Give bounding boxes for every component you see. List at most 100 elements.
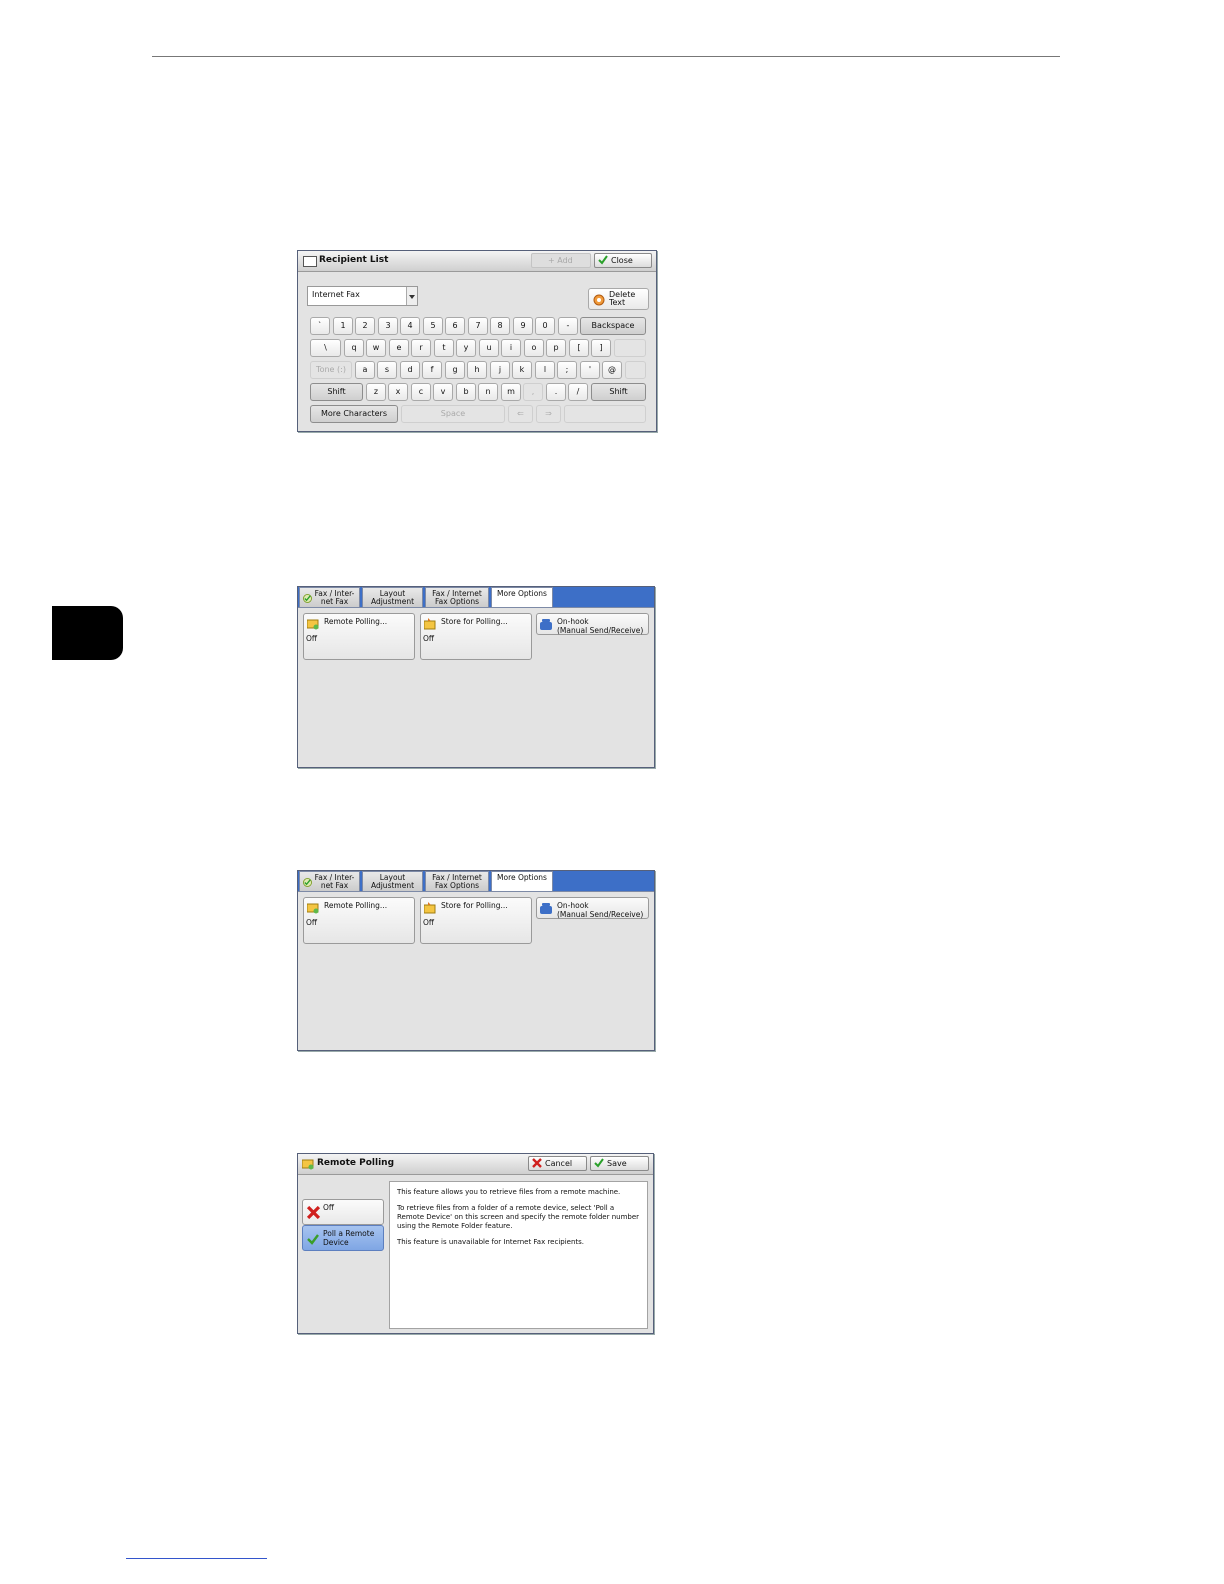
key[interactable]: 6 — [445, 317, 465, 335]
on-hook-button[interactable]: On-hook (Manual Send/Receive) — [536, 897, 649, 919]
add-button[interactable]: + Add — [531, 253, 591, 268]
backspace-key[interactable]: Backspace — [580, 317, 646, 335]
save-button[interactable]: Save — [590, 1156, 649, 1171]
key[interactable]: x — [388, 383, 408, 401]
key[interactable]: u — [479, 339, 499, 357]
tab-layout-adjustment[interactable]: Layout Adjustment — [362, 871, 423, 892]
key[interactable]: 1 — [333, 317, 353, 335]
shift-key-left[interactable]: Shift — [310, 383, 363, 401]
key[interactable]: g — [445, 361, 465, 379]
cancel-button[interactable]: Cancel — [528, 1156, 587, 1171]
key[interactable]: . — [546, 383, 566, 401]
shift-key-right[interactable]: Shift — [591, 383, 646, 401]
key[interactable]: h — [467, 361, 487, 379]
key[interactable]: ] — [591, 339, 611, 357]
close-icon — [307, 1206, 320, 1219]
key[interactable]: k — [512, 361, 532, 379]
remote-polling-button[interactable]: Remote Polling... Off — [303, 613, 415, 660]
key[interactable]: i — [501, 339, 521, 357]
description-text: To retrieve files from a folder of a rem… — [397, 1204, 640, 1230]
key[interactable]: \ — [310, 339, 341, 357]
on-hook-label: On-hook (Manual Send/Receive) — [557, 617, 644, 635]
key[interactable]: t — [434, 339, 454, 357]
tone-key[interactable]: Tone (:) — [310, 361, 352, 379]
tab-fax-internet-fax[interactable]: Fax / Inter- net Fax — [299, 871, 360, 892]
key[interactable]: 5 — [423, 317, 443, 335]
key[interactable]: 3 — [378, 317, 398, 335]
key[interactable]: / — [568, 383, 588, 401]
checkmark-icon — [303, 594, 312, 603]
more-characters-button[interactable]: More Characters — [310, 405, 398, 423]
key[interactable]: 8 — [490, 317, 510, 335]
tab-panel: Remote Polling... Off Store for Polling.… — [298, 607, 654, 767]
key[interactable]: - — [558, 317, 578, 335]
key[interactable]: n — [478, 383, 498, 401]
key[interactable]: o — [524, 339, 544, 357]
space-key[interactable]: Space — [401, 405, 505, 423]
key[interactable]: 7 — [468, 317, 488, 335]
store-for-polling-label: Store for Polling... — [441, 901, 508, 910]
key[interactable]: , — [523, 383, 543, 401]
tab-fax-internet-fax-options[interactable]: Fax / Internet Fax Options — [425, 871, 489, 892]
option-off-label: Off — [323, 1203, 335, 1212]
key[interactable]: z — [366, 383, 386, 401]
key[interactable]: w — [366, 339, 386, 357]
tab-more-options[interactable]: More Options — [491, 871, 553, 893]
key[interactable]: b — [456, 383, 476, 401]
key[interactable]: 2 — [355, 317, 375, 335]
key[interactable]: m — [501, 383, 521, 401]
key[interactable]: [ — [569, 339, 589, 357]
tab-fax-internet-fax-options[interactable]: Fax / Internet Fax Options — [425, 587, 489, 608]
key[interactable]: 0 — [535, 317, 555, 335]
key[interactable]: d — [400, 361, 420, 379]
key[interactable]: l — [535, 361, 555, 379]
tab-panel: Remote Polling... Off Store for Polling.… — [298, 891, 654, 1050]
delete-text-button[interactable]: Delete Text — [588, 288, 649, 310]
key[interactable]: v — [433, 383, 453, 401]
folder-icon — [302, 1159, 314, 1170]
key[interactable]: @ — [602, 361, 622, 379]
option-off-button[interactable]: Off — [302, 1199, 384, 1225]
header-rule — [152, 56, 1060, 57]
arrow-left-icon[interactable]: ⇐ — [508, 405, 533, 423]
key[interactable]: r — [411, 339, 431, 357]
remote-polling-button[interactable]: Remote Polling... Off — [303, 897, 415, 944]
add-button-label: + Add — [548, 256, 573, 265]
tab-fax-internet-fax[interactable]: Fax / Inter- net Fax — [299, 587, 360, 608]
recipient-list-screen: Recipient List + Add Close Internet Fax … — [297, 250, 657, 432]
key[interactable]: c — [411, 383, 431, 401]
key-blank — [614, 339, 646, 357]
key[interactable]: j — [490, 361, 510, 379]
key[interactable]: y — [456, 339, 476, 357]
checkmark-icon — [594, 1158, 604, 1168]
tab-more-options[interactable]: More Options — [491, 587, 553, 609]
remote-polling-label: Remote Polling... — [324, 901, 388, 910]
arrow-right-icon[interactable]: ⇒ — [536, 405, 561, 423]
key[interactable]: q — [344, 339, 364, 357]
close-button[interactable]: Close — [594, 253, 652, 268]
key[interactable]: p — [546, 339, 566, 357]
store-for-polling-value: Off — [423, 918, 435, 927]
phone-icon — [540, 619, 552, 630]
description-panel: This feature allows you to retrieve file… — [389, 1181, 648, 1329]
key[interactable]: f — [422, 361, 442, 379]
address-type-dropdown[interactable]: Internet Fax — [307, 286, 418, 306]
store-for-polling-label: Store for Polling... — [441, 617, 508, 626]
key[interactable]: ' — [580, 361, 600, 379]
description-text: This feature is unavailable for Internet… — [397, 1238, 585, 1246]
key[interactable]: e — [389, 339, 409, 357]
tab-layout-adjustment[interactable]: Layout Adjustment — [362, 587, 423, 608]
key[interactable]: s — [377, 361, 397, 379]
on-hook-button[interactable]: On-hook (Manual Send/Receive) — [536, 613, 649, 635]
store-for-polling-button[interactable]: Store for Polling... Off — [420, 613, 532, 660]
key[interactable]: ; — [557, 361, 577, 379]
option-poll-remote-device-button[interactable]: Poll a Remote Device — [302, 1225, 384, 1251]
key[interactable]: a — [355, 361, 375, 379]
chevron-down-icon — [406, 287, 417, 305]
store-for-polling-button[interactable]: Store for Polling... Off — [420, 897, 532, 944]
footer-link-underline — [126, 1558, 267, 1559]
key[interactable]: ` — [310, 317, 330, 335]
key[interactable]: 4 — [400, 317, 420, 335]
key-blank — [625, 361, 646, 379]
key[interactable]: 9 — [513, 317, 533, 335]
